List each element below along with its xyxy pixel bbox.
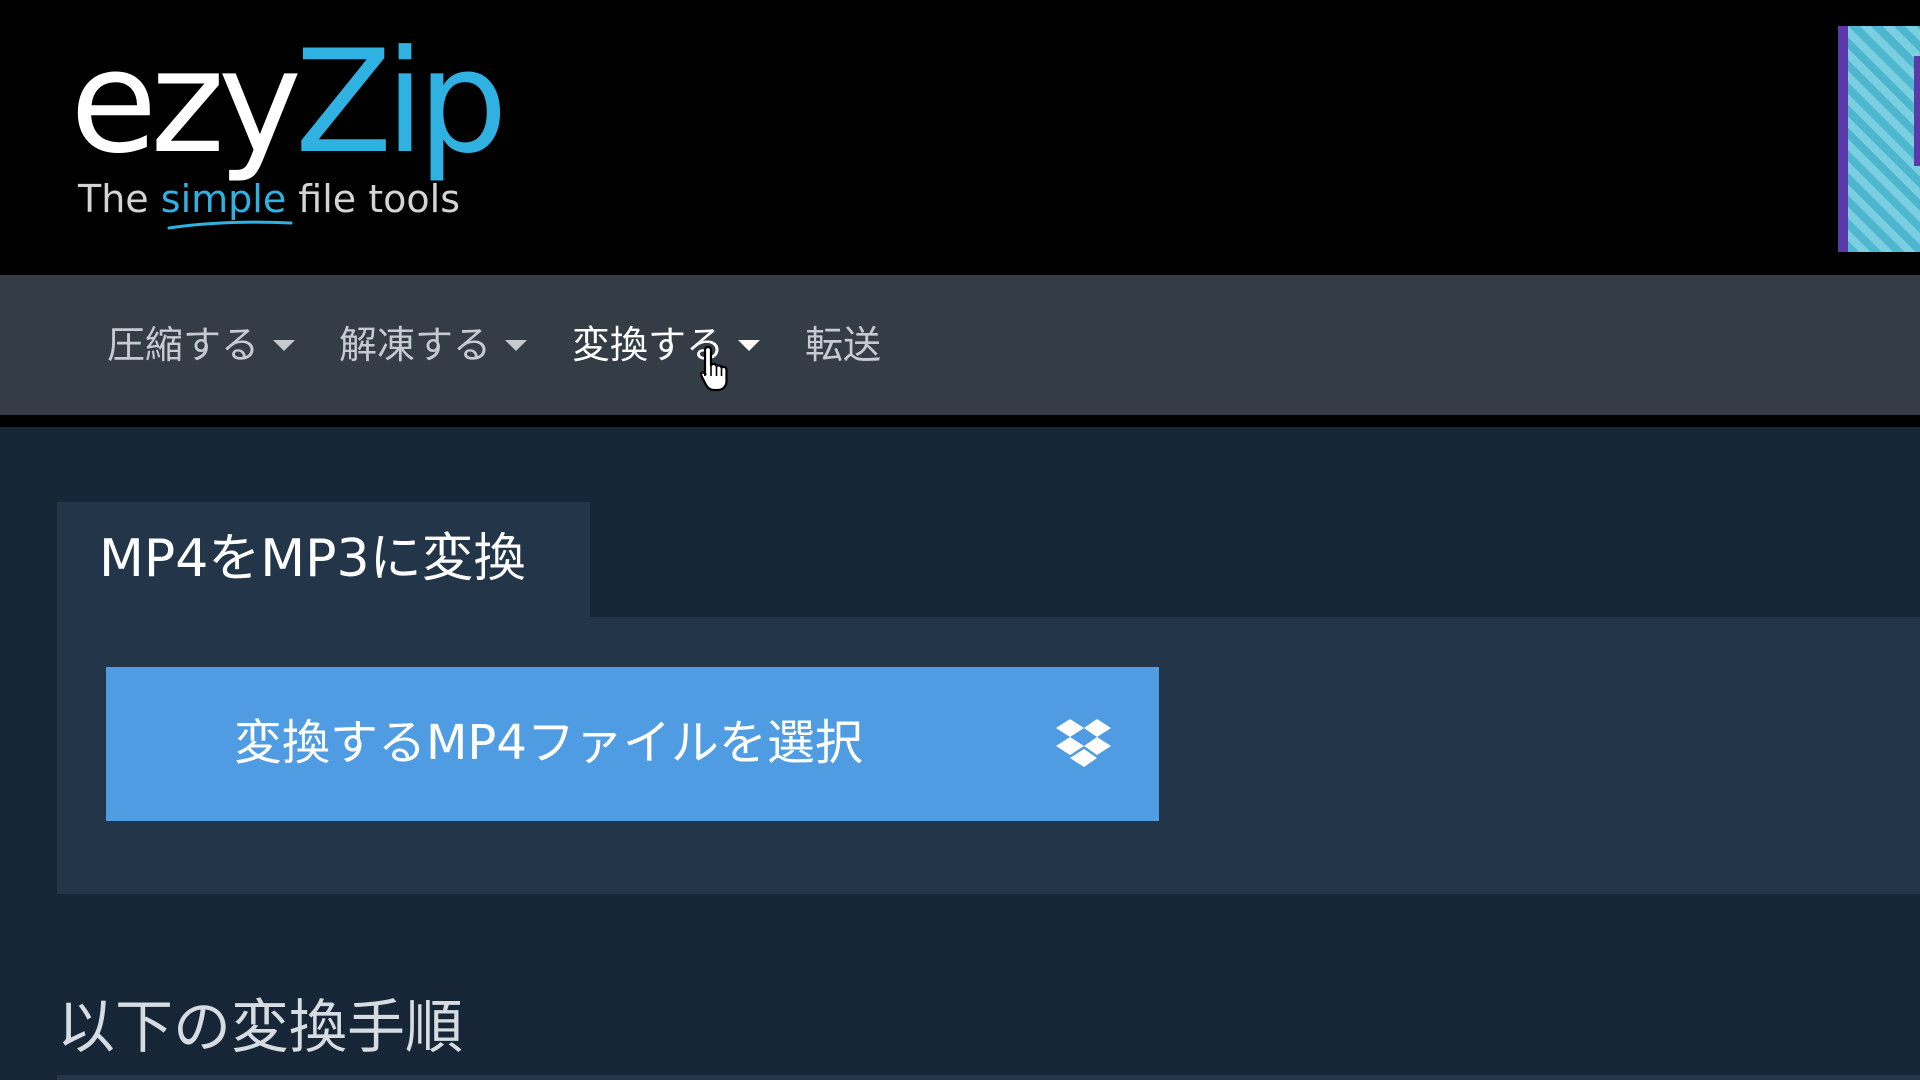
converter-title: MP4をMP3に変換 xyxy=(99,529,526,589)
logo-ezy: ezy xyxy=(70,20,302,185)
logo-tagline: The simple file tools xyxy=(78,176,460,222)
caret-down-icon xyxy=(738,339,761,351)
nav-extract[interactable]: 解凍する xyxy=(339,320,528,370)
nav-transfer[interactable]: 転送 xyxy=(805,320,881,370)
tagline-start: The xyxy=(78,177,161,221)
logo-wordmark: ezyZip xyxy=(70,28,508,178)
nav-transfer-label: 転送 xyxy=(805,323,882,367)
ad-decoration xyxy=(1914,56,1920,166)
dropbox-icon[interactable] xyxy=(1056,719,1111,767)
conversion-steps-heading: 以下の変換手順 xyxy=(57,993,464,1061)
converter-tab[interactable]: MP4をMP3に変換 xyxy=(57,502,590,618)
advertisement-image[interactable] xyxy=(1838,26,1920,252)
tagline-end: file tools xyxy=(286,177,460,221)
converter-panel: 変換するMP4ファイルを選択 xyxy=(57,617,1920,894)
caret-down-icon xyxy=(505,339,528,351)
select-file-button[interactable]: 変換するMP4ファイルを選択 xyxy=(106,667,1159,821)
hand-pointer-cursor-icon xyxy=(700,345,728,392)
main-nav: 圧縮する 解凍する 変換する 転送 xyxy=(0,275,1920,415)
nav-compress-label: 圧縮する xyxy=(107,323,260,367)
nav-divider xyxy=(0,415,1920,427)
tagline-underline-decoration xyxy=(167,220,293,230)
ezyzip-logo[interactable]: ezyZip The simple file tools xyxy=(70,28,508,238)
section-divider xyxy=(57,1075,1920,1080)
site-header: ezyZip The simple file tools xyxy=(0,0,1920,275)
caret-down-icon xyxy=(273,339,296,351)
select-file-label: 変換するMP4ファイルを選択 xyxy=(234,715,863,771)
nav-compress[interactable]: 圧縮する xyxy=(107,320,296,370)
tagline-highlight: simple xyxy=(160,177,287,221)
nav-extract-label: 解凍する xyxy=(339,323,492,367)
logo-zip: Zip xyxy=(294,20,508,185)
